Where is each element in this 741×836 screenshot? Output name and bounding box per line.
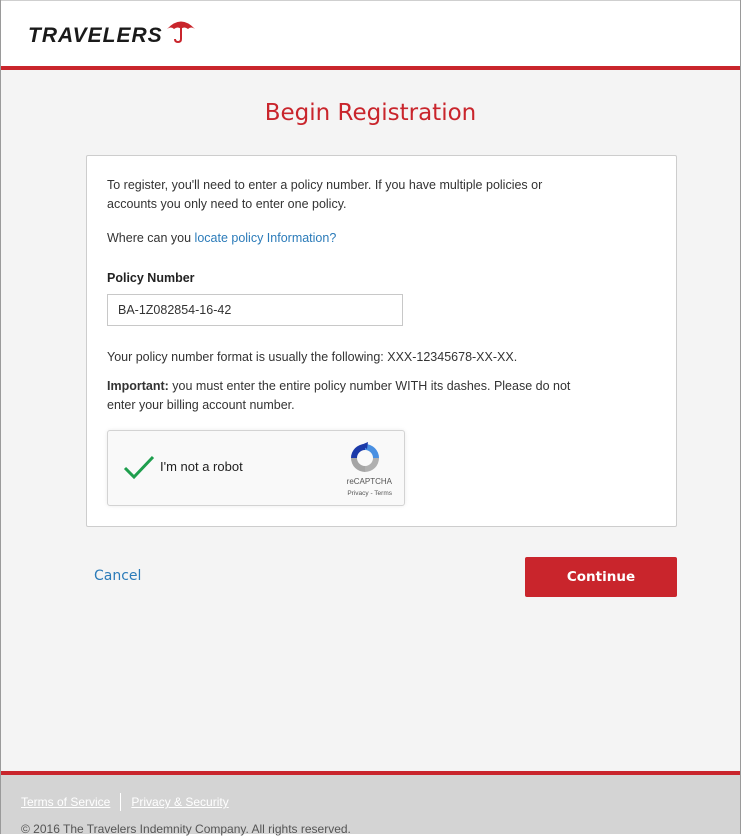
- terms-of-service-link[interactable]: Terms of Service: [21, 795, 110, 809]
- captcha-label: I'm not a robot: [160, 459, 243, 474]
- policy-number-label: Policy Number: [107, 271, 195, 285]
- cancel-link[interactable]: Cancel: [94, 568, 141, 584]
- important-label: Important:: [107, 379, 169, 393]
- privacy-security-link[interactable]: Privacy & Security: [131, 795, 228, 809]
- important-note: Important: you must enter the entire pol…: [107, 377, 570, 415]
- header: TRAVELERS: [1, 0, 740, 70]
- locate-help-text: Where can you locate policy Information?: [107, 229, 336, 248]
- page: TRAVELERS Begin Registration To register…: [0, 0, 741, 836]
- recaptcha-privacy-terms[interactable]: Privacy - Terms: [347, 490, 392, 497]
- locate-prefix: Where can you: [107, 231, 195, 245]
- umbrella-icon: [166, 21, 195, 44]
- recaptcha-logo-icon: [351, 442, 379, 472]
- format-hint: Your policy number format is usually the…: [107, 350, 518, 364]
- footer-link-separator: [120, 793, 122, 811]
- policy-number-input[interactable]: [107, 294, 403, 326]
- header-divider: [1, 66, 740, 70]
- intro-line-2: accounts you only need to enter one poli…: [107, 197, 347, 211]
- page-title: Begin Registration: [264, 100, 477, 126]
- continue-button[interactable]: Continue: [525, 557, 677, 597]
- checkmark-icon[interactable]: [122, 453, 156, 481]
- recaptcha-widget: I'm not a robot reCAPTCHA Privacy - Term…: [107, 430, 405, 506]
- intro-line-1: To register, you'll need to enter a poli…: [107, 178, 543, 192]
- registration-card: To register, you'll need to enter a poli…: [86, 155, 677, 527]
- footer: Terms of Service Privacy & Security © 20…: [1, 771, 740, 836]
- important-line-1: you must enter the entire policy number …: [168, 379, 571, 393]
- travelers-logo[interactable]: TRAVELERS: [28, 20, 197, 46]
- recaptcha-brand: reCAPTCHA: [346, 477, 392, 486]
- footer-divider: [1, 771, 740, 775]
- logo-wordmark: TRAVELERS: [28, 24, 163, 47]
- locate-policy-link[interactable]: locate policy Information?: [195, 231, 337, 245]
- intro-text: To register, you'll need to enter a poli…: [107, 176, 542, 214]
- footer-links: Terms of Service Privacy & Security: [21, 793, 229, 811]
- important-line-2: enter your billing account number.: [107, 398, 295, 412]
